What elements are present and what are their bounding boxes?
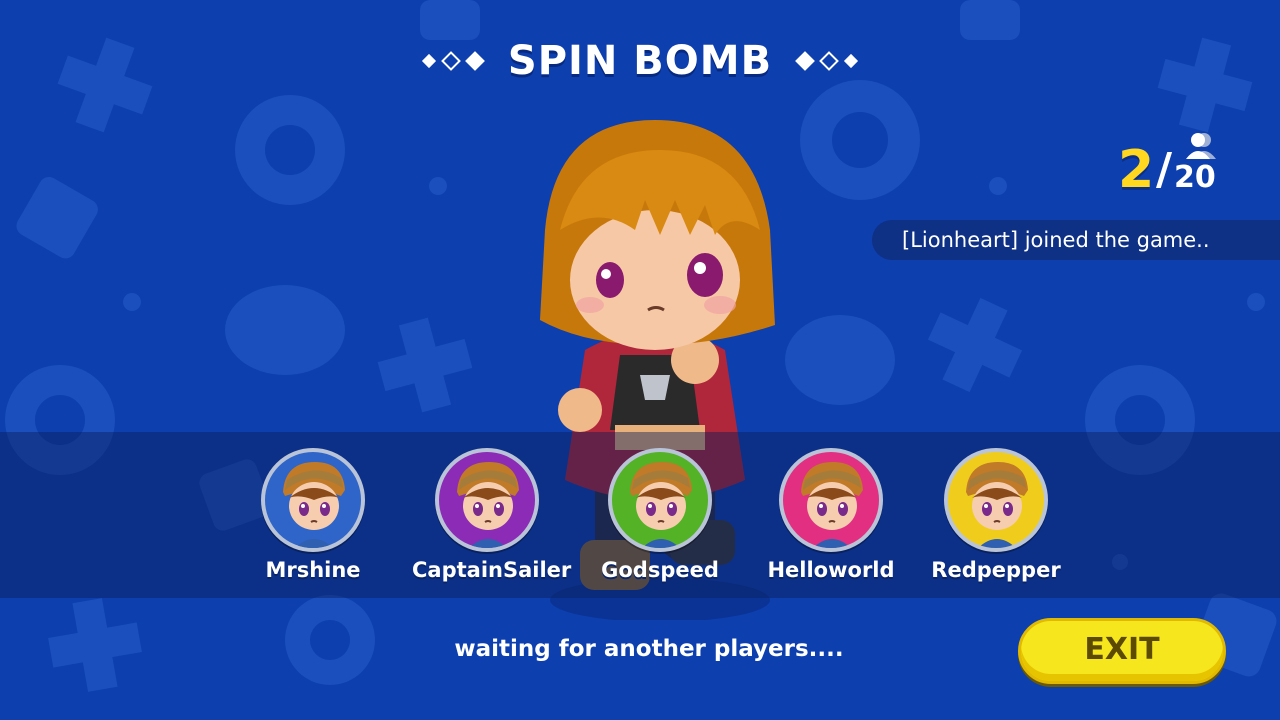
diamond-outline-icon bbox=[819, 51, 839, 71]
join-notification: [Lionheart] joined the game.. bbox=[872, 220, 1280, 260]
player-name: Redpepper bbox=[931, 558, 1061, 582]
title-diamonds-left bbox=[421, 51, 485, 71]
diamond-icon bbox=[795, 51, 815, 71]
count-separator: / bbox=[1156, 144, 1173, 195]
player-slot[interactable]: Godspeed bbox=[585, 448, 735, 582]
player-avatar bbox=[261, 448, 365, 552]
player-counter: 2 / 20 bbox=[1118, 132, 1228, 202]
person-icon bbox=[1186, 133, 1216, 159]
title-bar: SPIN BOMB bbox=[0, 36, 1280, 86]
player-name: CaptainSailer bbox=[412, 558, 572, 582]
current-player-count: 2 bbox=[1118, 140, 1155, 200]
title-diamonds-right bbox=[795, 51, 859, 71]
player-name: Godspeed bbox=[601, 558, 719, 582]
player-slot[interactable]: Redpepper bbox=[921, 448, 1071, 582]
diamond-icon bbox=[844, 53, 859, 69]
player-name: Mrshine bbox=[265, 558, 361, 582]
player-avatar bbox=[944, 448, 1048, 552]
player-slot[interactable]: CaptainSailer bbox=[412, 448, 572, 582]
diamond-icon bbox=[464, 51, 485, 71]
diamond-outline-icon bbox=[440, 51, 461, 71]
exit-button[interactable]: EXIT bbox=[1018, 618, 1226, 684]
player-slot[interactable]: Helloworld bbox=[756, 448, 906, 582]
player-avatar bbox=[779, 448, 883, 552]
player-slot[interactable]: Mrshine bbox=[238, 448, 388, 582]
max-player-count: 20 bbox=[1174, 160, 1216, 195]
game-title: SPIN BOMB bbox=[507, 38, 773, 84]
diamond-icon bbox=[421, 53, 436, 69]
player-avatar bbox=[435, 448, 539, 552]
player-name: Helloworld bbox=[767, 558, 895, 582]
player-avatar bbox=[608, 448, 712, 552]
